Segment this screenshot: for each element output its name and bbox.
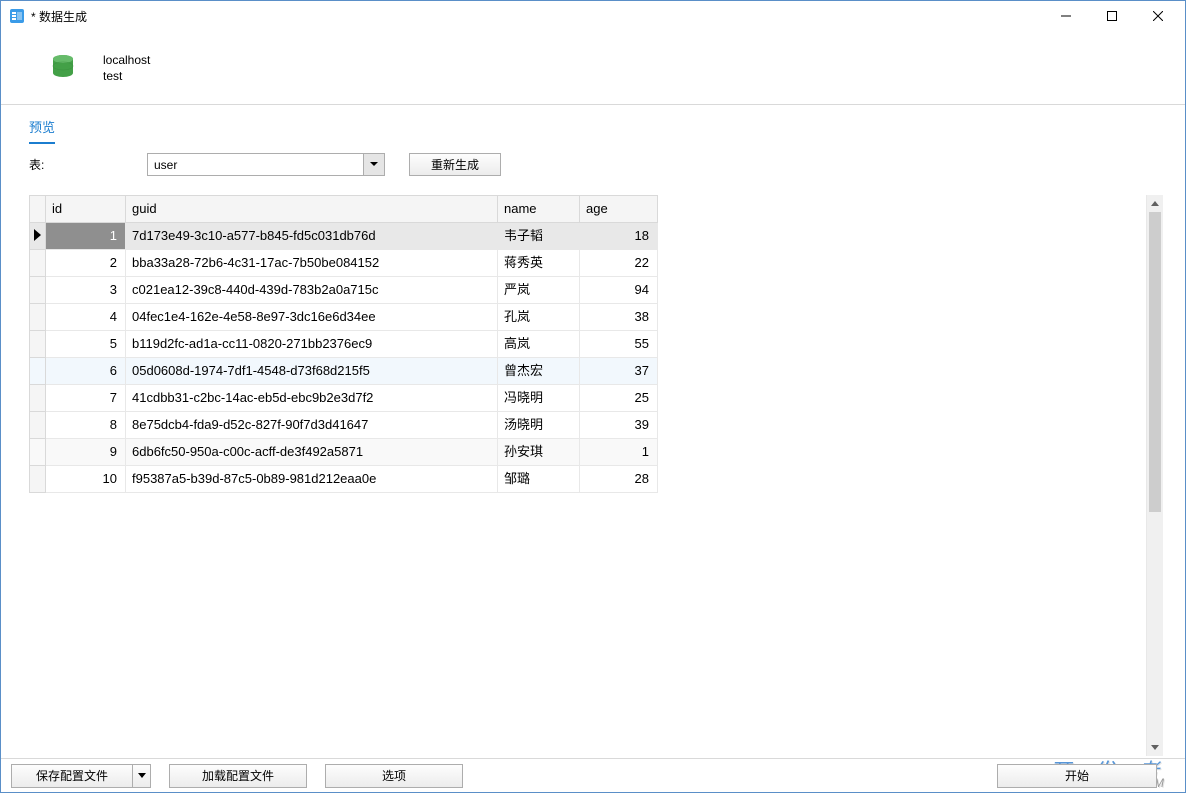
- cell-guid[interactable]: 8e75dcb4-fda9-d52c-827f-90f7d3d41647: [126, 412, 498, 439]
- cell-guid[interactable]: 6db6fc50-950a-c00c-acff-de3f492a5871: [126, 439, 498, 466]
- window-title: * 数据生成: [31, 8, 87, 25]
- table-row[interactable]: 741cdbb31-c2bc-14ac-eb5d-ebc9b2e3d7f2冯晓明…: [30, 385, 658, 412]
- row-indicator[interactable]: [30, 439, 46, 466]
- cell-id[interactable]: 1: [46, 223, 126, 250]
- chevron-down-icon: [370, 162, 378, 166]
- row-indicator[interactable]: [30, 385, 46, 412]
- data-grid-area: id guid name age 17d173e49-3c10-a577-b84…: [29, 195, 1163, 756]
- cell-guid[interactable]: 05d0608d-1974-7df1-4548-d73f68d215f5: [126, 358, 498, 385]
- save-config-label: 保存配置文件: [11, 764, 133, 788]
- table-row[interactable]: 3c021ea12-39c8-440d-439d-783b2a0a715c严岚9…: [30, 277, 658, 304]
- save-config-button[interactable]: 保存配置文件: [11, 764, 151, 788]
- cell-name[interactable]: 孔岚: [498, 304, 580, 331]
- cell-guid[interactable]: 41cdbb31-c2bc-14ac-eb5d-ebc9b2e3d7f2: [126, 385, 498, 412]
- bottom-bar: 保存配置文件 加载配置文件 选项 开始: [1, 758, 1185, 792]
- cell-id[interactable]: 10: [46, 466, 126, 493]
- table-row[interactable]: 88e75dcb4-fda9-d52c-827f-90f7d3d41647汤晓明…: [30, 412, 658, 439]
- table-select-value: user: [154, 158, 177, 172]
- cell-id[interactable]: 9: [46, 439, 126, 466]
- table-row[interactable]: 404fec1e4-162e-4e58-8e97-3dc16e6d34ee孔岚3…: [30, 304, 658, 331]
- column-header-guid[interactable]: guid: [126, 196, 498, 223]
- scroll-up-button[interactable]: [1147, 195, 1163, 212]
- cell-age[interactable]: 37: [580, 358, 658, 385]
- table-row[interactable]: 96db6fc50-950a-c00c-acff-de3f492a5871孙安琪…: [30, 439, 658, 466]
- cell-guid[interactable]: 7d173e49-3c10-a577-b845-fd5c031db76d: [126, 223, 498, 250]
- cell-age[interactable]: 1: [580, 439, 658, 466]
- column-header-age[interactable]: age: [580, 196, 658, 223]
- app-icon: [9, 8, 25, 24]
- cell-name[interactable]: 冯晓明: [498, 385, 580, 412]
- cell-name[interactable]: 严岚: [498, 277, 580, 304]
- load-config-button[interactable]: 加载配置文件: [169, 764, 307, 788]
- cell-name[interactable]: 汤晓明: [498, 412, 580, 439]
- column-header-id[interactable]: id: [46, 196, 126, 223]
- cell-id[interactable]: 3: [46, 277, 126, 304]
- cell-age[interactable]: 94: [580, 277, 658, 304]
- toolbar: 表: user 重新生成: [1, 145, 1185, 186]
- window-titlebar: * 数据生成: [1, 1, 1185, 31]
- cell-guid[interactable]: b119d2fc-ad1a-cc11-0820-271bb2376ec9: [126, 331, 498, 358]
- row-indicator[interactable]: [30, 304, 46, 331]
- cell-age[interactable]: 38: [580, 304, 658, 331]
- table-row[interactable]: 605d0608d-1974-7df1-4548-d73f68d215f5曾杰宏…: [30, 358, 658, 385]
- row-header-corner[interactable]: [30, 196, 46, 223]
- cell-name[interactable]: 蒋秀英: [498, 250, 580, 277]
- row-indicator[interactable]: [30, 277, 46, 304]
- row-indicator[interactable]: [30, 223, 46, 250]
- row-indicator[interactable]: [30, 466, 46, 493]
- regenerate-button[interactable]: 重新生成: [409, 153, 501, 176]
- start-button[interactable]: 开始: [997, 764, 1157, 788]
- table-select[interactable]: user: [147, 153, 385, 176]
- cell-age[interactable]: 55: [580, 331, 658, 358]
- cell-age[interactable]: 39: [580, 412, 658, 439]
- scroll-thumb[interactable]: [1149, 212, 1161, 512]
- cell-guid[interactable]: bba33a28-72b6-4c31-17ac-7b50be084152: [126, 250, 498, 277]
- cell-id[interactable]: 2: [46, 250, 126, 277]
- options-button[interactable]: 选项: [325, 764, 463, 788]
- table-row[interactable]: 17d173e49-3c10-a577-b845-fd5c031db76d韦子韬…: [30, 223, 658, 250]
- table-row[interactable]: 2bba33a28-72b6-4c31-17ac-7b50be084152蒋秀英…: [30, 250, 658, 277]
- cell-id[interactable]: 5: [46, 331, 126, 358]
- cell-name[interactable]: 邹璐: [498, 466, 580, 493]
- row-indicator[interactable]: [30, 412, 46, 439]
- table-label: 表:: [29, 156, 139, 173]
- cell-age[interactable]: 18: [580, 223, 658, 250]
- row-indicator[interactable]: [30, 250, 46, 277]
- cell-name[interactable]: 孙安琪: [498, 439, 580, 466]
- cell-id[interactable]: 7: [46, 385, 126, 412]
- cell-guid[interactable]: 04fec1e4-162e-4e58-8e97-3dc16e6d34ee: [126, 304, 498, 331]
- cell-guid[interactable]: c021ea12-39c8-440d-439d-783b2a0a715c: [126, 277, 498, 304]
- close-button[interactable]: [1135, 1, 1181, 31]
- vertical-scrollbar[interactable]: [1146, 195, 1163, 756]
- row-indicator[interactable]: [30, 358, 46, 385]
- table-row[interactable]: 5b119d2fc-ad1a-cc11-0820-271bb2376ec9高岚5…: [30, 331, 658, 358]
- cell-name[interactable]: 韦子韬: [498, 223, 580, 250]
- cell-id[interactable]: 6: [46, 358, 126, 385]
- minimize-button[interactable]: [1043, 1, 1089, 31]
- database-icon: [51, 54, 75, 82]
- cell-guid[interactable]: f95387a5-b39d-87c5-0b89-981d212eaa0e: [126, 466, 498, 493]
- tab-bar: 预览: [1, 105, 1185, 145]
- cell-name[interactable]: 曾杰宏: [498, 358, 580, 385]
- data-grid[interactable]: id guid name age 17d173e49-3c10-a577-b84…: [29, 195, 658, 493]
- table-row[interactable]: 10f95387a5-b39d-87c5-0b89-981d212eaa0e邹璐…: [30, 466, 658, 493]
- row-indicator[interactable]: [30, 331, 46, 358]
- cell-age[interactable]: 28: [580, 466, 658, 493]
- connection-host: localhost: [103, 53, 150, 67]
- connection-database: test: [103, 69, 150, 83]
- connection-bar: localhost test: [1, 31, 1185, 105]
- cell-age[interactable]: 22: [580, 250, 658, 277]
- maximize-button[interactable]: [1089, 1, 1135, 31]
- column-header-name[interactable]: name: [498, 196, 580, 223]
- cell-age[interactable]: 25: [580, 385, 658, 412]
- cell-id[interactable]: 4: [46, 304, 126, 331]
- tab-preview[interactable]: 预览: [29, 117, 55, 144]
- cell-id[interactable]: 8: [46, 412, 126, 439]
- cell-name[interactable]: 高岚: [498, 331, 580, 358]
- save-config-dropdown[interactable]: [133, 764, 151, 788]
